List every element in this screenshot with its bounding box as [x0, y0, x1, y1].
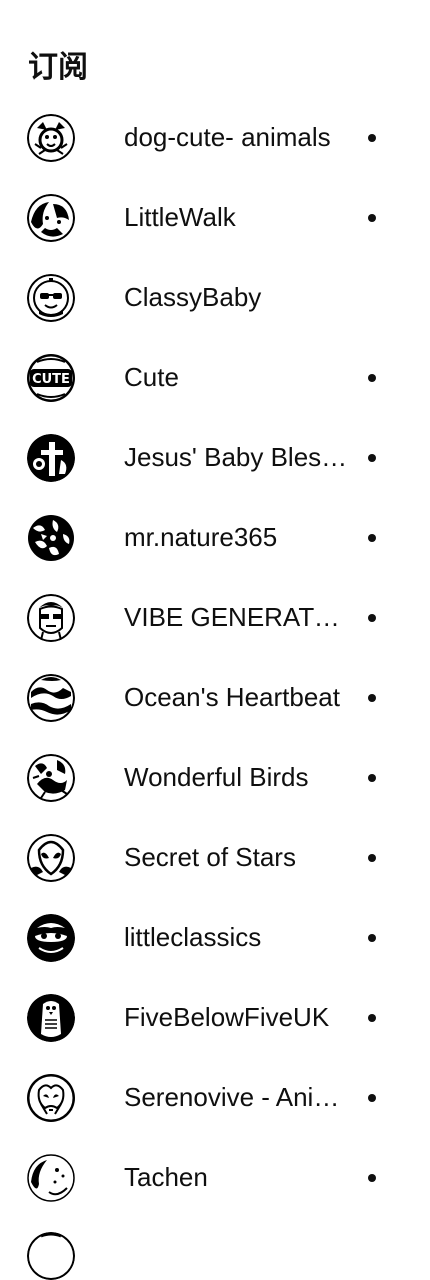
subscription-name: LittleWalk: [124, 202, 236, 232]
subscription-item-wonderful-birds[interactable]: Wonderful Birds: [0, 738, 430, 818]
subscription-item-secret-of-stars[interactable]: Secret of Stars: [0, 818, 430, 898]
baby-sunglasses-avatar-icon: [27, 274, 75, 322]
subscription-item-littleclassics[interactable]: littleclassics: [0, 898, 430, 978]
cat-avatar-icon: [27, 1154, 75, 1202]
new-content-dot: [368, 1174, 376, 1182]
new-content-dot: [368, 854, 376, 862]
cute-logo-avatar-icon: CUTE: [27, 354, 75, 402]
subscriptions-list: dog-cute- animals LittleWalk ClassyBaby …: [0, 98, 430, 1218]
new-content-dot: [368, 374, 376, 382]
animal-avatar-icon: [27, 1074, 75, 1122]
new-content-dot: [368, 934, 376, 942]
new-content-dot: [368, 134, 376, 142]
new-content-dot: [368, 1094, 376, 1102]
subscription-name: Wonderful Birds: [124, 762, 309, 792]
subscription-item-mr-nature365[interactable]: mr.nature365: [0, 498, 430, 578]
new-content-dot: [368, 534, 376, 542]
subscription-item-vibe-generator[interactable]: VIBE GENERATOR: [0, 578, 430, 658]
new-content-dot: [368, 694, 376, 702]
subscription-item-littlewalk[interactable]: LittleWalk: [0, 178, 430, 258]
children-avatar-icon: [27, 194, 75, 242]
subscription-item-serenovive[interactable]: Serenovive - Ani…: [0, 1058, 430, 1138]
new-content-dot: [368, 1014, 376, 1022]
subscription-name: Ocean's Heartbeat: [124, 682, 340, 712]
penguin-avatar-icon: [27, 994, 75, 1042]
new-content-dot: [368, 774, 376, 782]
new-content-dot: [368, 454, 376, 462]
subscription-name: Serenovive - Ani…: [124, 1082, 340, 1112]
subscription-name: Secret of Stars: [124, 842, 296, 872]
subscription-name: dog-cute- animals: [124, 122, 331, 152]
subscription-item-oceans-heartbeat[interactable]: Ocean's Heartbeat: [0, 658, 430, 738]
alien-avatar-icon: [27, 834, 75, 882]
nature-avatar-icon: [27, 514, 75, 562]
subscription-item-dog-cute-animals[interactable]: dog-cute- animals: [0, 98, 430, 178]
subscription-name: littleclassics: [124, 922, 262, 952]
subscription-item-jesus-baby-bles[interactable]: Jesus' Baby Bles…: [0, 418, 430, 498]
subscription-item-tachen[interactable]: Tachen: [0, 1138, 430, 1218]
bird-avatar-icon: [27, 754, 75, 802]
cross-avatar-icon: [27, 434, 75, 482]
subscription-item-cute[interactable]: CUTE Cute: [0, 338, 430, 418]
subscription-name: mr.nature365: [124, 522, 278, 552]
subscription-item-classybaby[interactable]: ClassyBaby: [0, 258, 430, 338]
new-content-dot: [368, 614, 376, 622]
partial-avatar-icon: [27, 1232, 75, 1280]
subscription-name: Tachen: [124, 1162, 208, 1192]
subscription-item-fivebelowfiveuk[interactable]: FiveBelowFiveUK: [0, 978, 430, 1058]
subscription-name: FiveBelowFiveUK: [124, 1002, 330, 1032]
subscription-name: Cute: [124, 362, 179, 392]
subscription-name: VIBE GENERATOR: [124, 602, 352, 632]
new-content-dot: [368, 214, 376, 222]
svg-text:CUTE: CUTE: [32, 372, 70, 387]
ocean-avatar-icon: [27, 674, 75, 722]
dog-avatar-icon: [27, 114, 75, 162]
face-sunglasses-avatar-icon: [27, 594, 75, 642]
cartoon-avatar-icon: [27, 914, 75, 962]
subscription-name: Jesus' Baby Bles…: [124, 442, 348, 472]
subscriptions-section-title: 订阅: [28, 50, 88, 85]
subscription-name: ClassyBaby: [124, 282, 262, 312]
